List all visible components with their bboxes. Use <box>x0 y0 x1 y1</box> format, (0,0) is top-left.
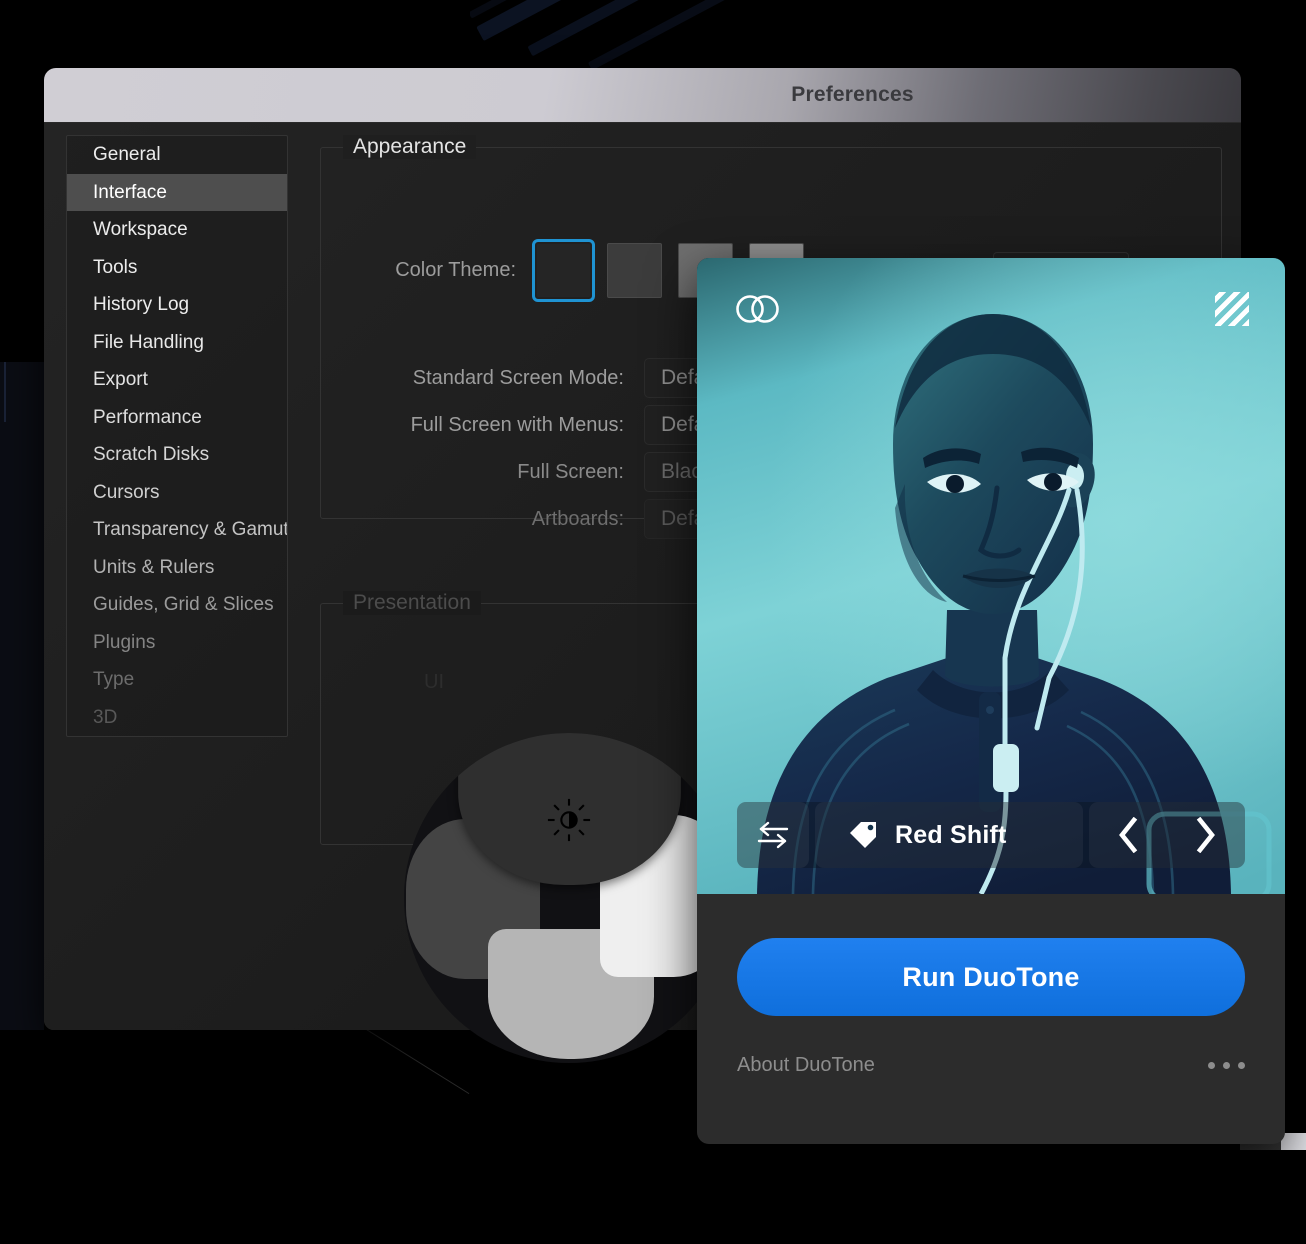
color-theme-swatch-1[interactable] <box>532 239 595 302</box>
window-titlebar: Preferences <box>44 68 1241 123</box>
diagonal-stripes-icon[interactable] <box>1215 292 1249 326</box>
sidebar-item-file-handling[interactable]: File Handling <box>67 324 287 362</box>
sidebar-item-type[interactable]: Type <box>67 661 287 699</box>
swap-colors-button[interactable] <box>737 802 809 868</box>
brightness-sun-icon <box>547 798 591 842</box>
chevron-left-icon <box>1119 817 1138 853</box>
standard-screen-mode-label: Standard Screen Mode: <box>412 366 624 389</box>
full-screen-with-menus-label: Full Screen with Menus: <box>410 413 624 436</box>
sidebar-item-plugins[interactable]: Plugins <box>67 624 287 662</box>
sidebar-item-cursors[interactable]: Cursors <box>67 474 287 512</box>
sidebar-item-history-log[interactable]: History Log <box>67 286 287 324</box>
color-theme-label: Color Theme: <box>395 259 516 281</box>
sidebar-item-guides-grid-slices[interactable]: Guides, Grid & Slices <box>67 586 287 624</box>
duotone-preview-photo: Red Shift <box>697 258 1285 894</box>
sidebar-item-workspace[interactable]: Workspace <box>67 211 287 249</box>
sidebar-item-units-rulers[interactable]: Units & Rulers <box>67 549 287 587</box>
artboards-label: Artboards: <box>531 507 624 530</box>
sidebar-item-tools[interactable]: Tools <box>67 249 287 287</box>
duotone-photo-image <box>697 258 1285 894</box>
sidebar-item-interface[interactable]: Interface <box>67 173 287 211</box>
duotone-preset-chip[interactable]: Red Shift <box>815 802 1083 868</box>
full-screen-label: Full Screen: <box>517 460 624 483</box>
background-diagonal-line <box>351 1020 470 1095</box>
duotone-overlapping-circles-icon <box>736 295 779 323</box>
previous-preset-button[interactable] <box>1089 802 1167 868</box>
sidebar-item-transparency-gamut[interactable]: Transparency & Gamut <box>67 511 287 549</box>
duotone-panel: Red Shift Run DuoTone About DuoTone <box>697 258 1285 1144</box>
run-duotone-button[interactable]: Run DuoTone <box>737 938 1245 1016</box>
brightness-quadrant-mask <box>404 733 734 1063</box>
presentation-faint-text: UI <box>424 671 444 693</box>
background-left-panel <box>0 362 44 1030</box>
duotone-footer: About DuoTone <box>737 1054 1245 1077</box>
swap-arrows-icon <box>757 821 789 849</box>
sidebar-item-general[interactable]: General <box>67 136 287 174</box>
sidebar-item-export[interactable]: Export <box>67 361 287 399</box>
sidebar-item-3d[interactable]: 3D <box>67 699 287 737</box>
page-title: Preferences <box>791 83 914 106</box>
brightness-quadrant-picker[interactable] <box>404 733 734 1063</box>
next-preset-button[interactable] <box>1167 802 1245 868</box>
sidebar-item-enhanced-controls[interactable]: Enhanced Controls <box>67 736 287 737</box>
tag-icon <box>850 822 876 848</box>
preferences-sidebar: General Interface Workspace Tools Histor… <box>66 135 288 737</box>
color-theme-swatch-2[interactable] <box>607 243 662 298</box>
duotone-preview-toolbar: Red Shift <box>737 802 1245 868</box>
background-white-tab <box>1281 1133 1306 1150</box>
duotone-action-area: Run DuoTone <box>697 894 1285 1016</box>
duotone-preset-nav <box>1089 802 1245 868</box>
more-dots-icon[interactable] <box>1208 1062 1245 1069</box>
sidebar-item-scratch-disks[interactable]: Scratch Disks <box>67 436 287 474</box>
duotone-preset-name: Red Shift <box>895 820 1007 849</box>
background-streaks <box>470 0 890 70</box>
chevron-right-icon <box>1196 817 1215 853</box>
appearance-legend: Appearance <box>343 135 477 159</box>
about-duotone-link[interactable]: About DuoTone <box>737 1054 875 1077</box>
presentation-legend: Presentation <box>343 591 481 615</box>
sidebar-item-performance[interactable]: Performance <box>67 399 287 437</box>
